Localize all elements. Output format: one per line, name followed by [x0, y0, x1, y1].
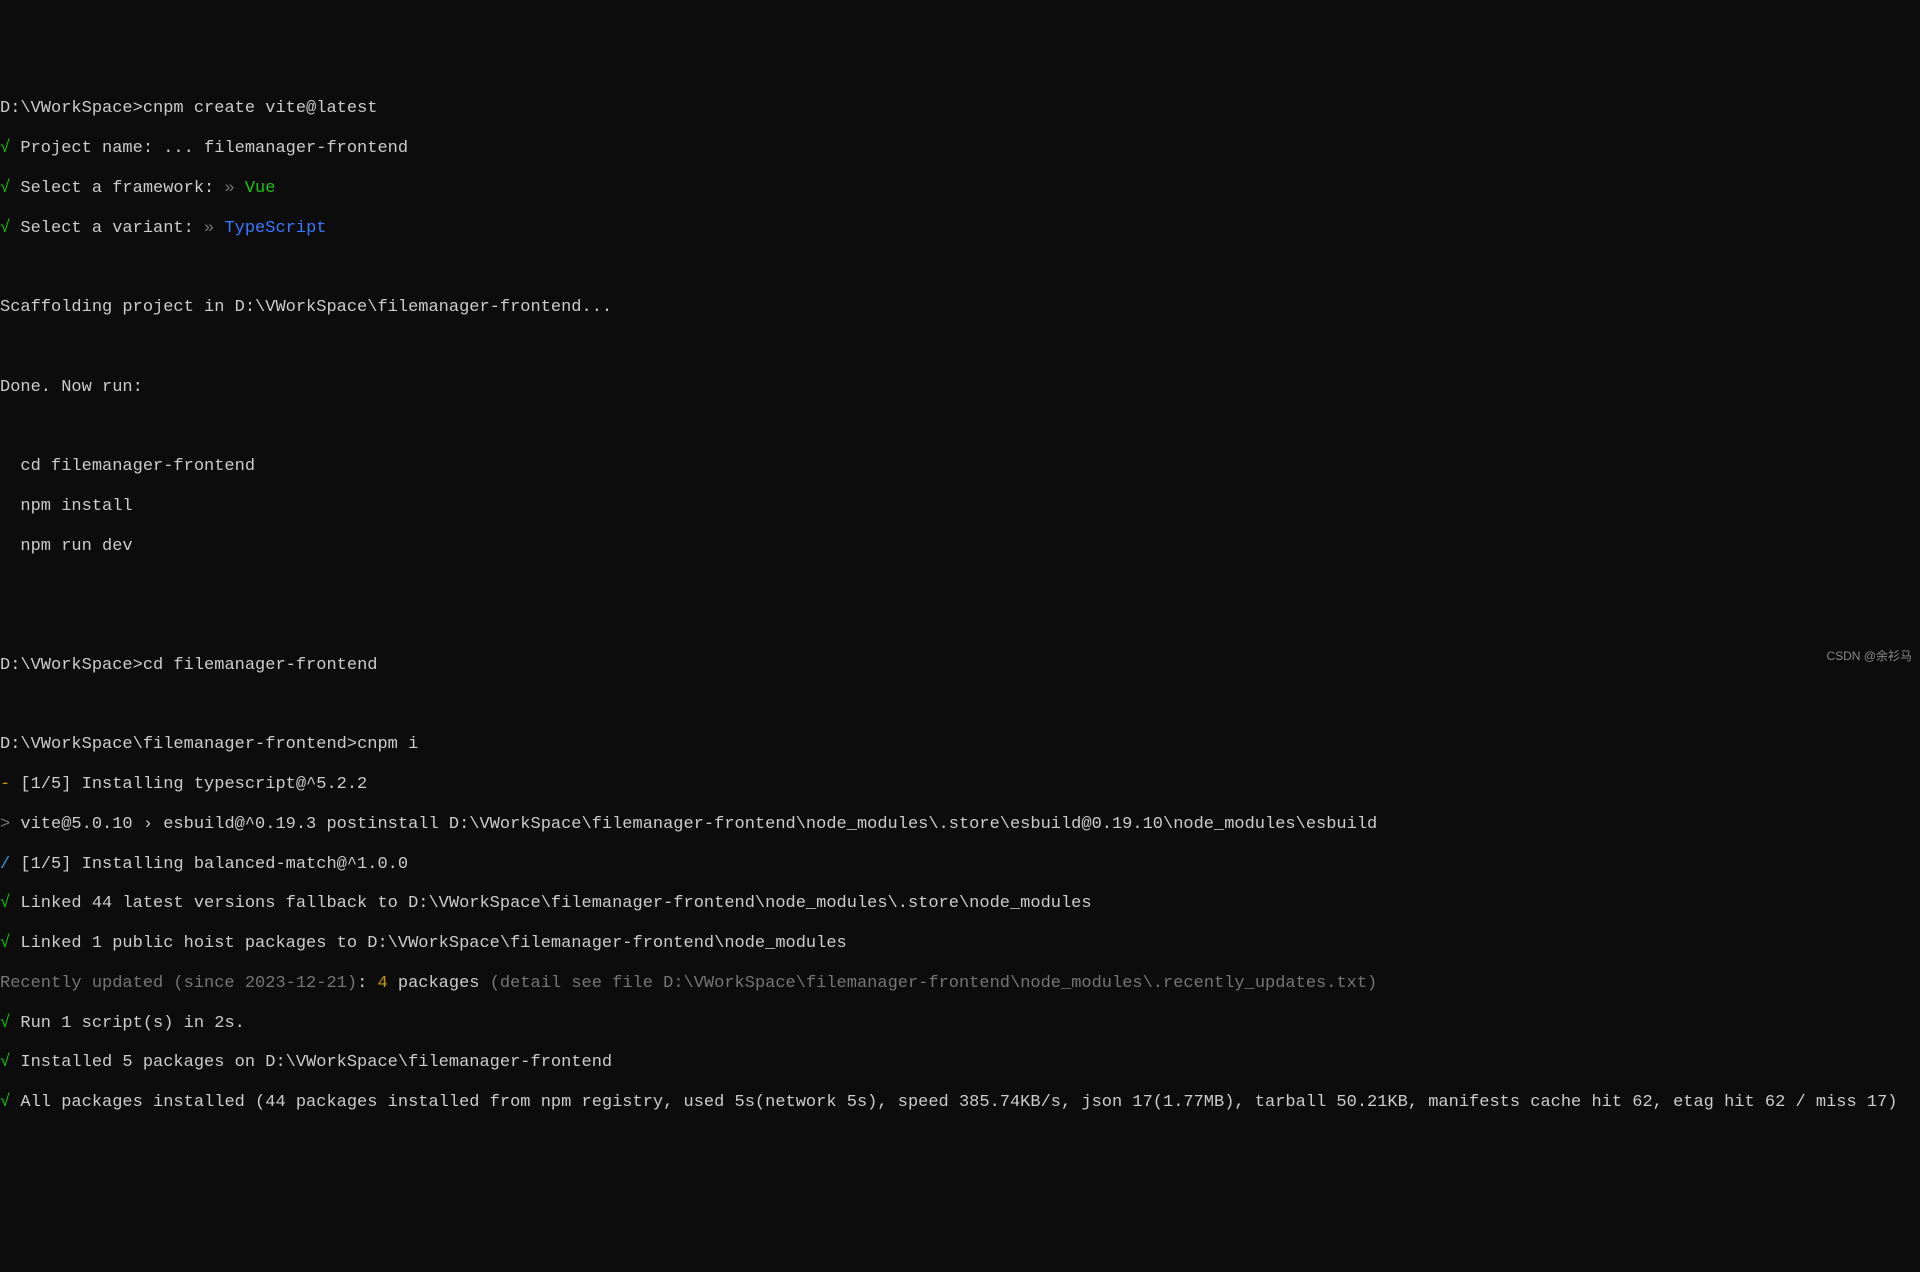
selected-value: TypeScript [214, 219, 326, 238]
line-linked-2: √ Linked 1 public hoist packages to D:\V… [0, 934, 1920, 954]
prompt-label: Select a variant: [10, 219, 204, 238]
check-icon: √ [0, 139, 10, 158]
line-prompt-3: D:\VWorkSpace\filemanager-frontend>cnpm … [0, 735, 1920, 755]
line-installed: √ Installed 5 packages on D:\VWorkSpace\… [0, 1053, 1920, 1073]
check-icon: √ [0, 179, 10, 198]
check-icon: √ [0, 219, 10, 238]
command-text: cnpm i [357, 735, 418, 754]
colon: : [357, 974, 377, 993]
install-text: [1/5] Installing balanced-match@^1.0.0 [10, 855, 408, 874]
count-value: 4 [377, 974, 387, 993]
line-instruction: cd filemanager-frontend [0, 457, 1920, 477]
blank-line [0, 576, 1920, 596]
blank-line [0, 258, 1920, 278]
line-instruction: npm install [0, 497, 1920, 517]
status-text: Linked 1 public hoist packages to D:\VWo… [10, 934, 847, 953]
install-text: [1/5] Installing typescript@^5.2.2 [10, 775, 367, 794]
status-text: Run 1 script(s) in 2s. [10, 1014, 245, 1033]
line-recently-updated: Recently updated (since 2023-12-21): 4 p… [0, 974, 1920, 994]
check-icon: √ [0, 894, 10, 913]
line-done: Done. Now run: [0, 378, 1920, 398]
selected-value: Vue [235, 179, 276, 198]
prompt-path: D:\VWorkSpace> [0, 656, 143, 675]
status-text: All packages installed (44 packages inst… [10, 1093, 1897, 1112]
chevron-icon: > [0, 815, 10, 834]
check-icon: √ [0, 1093, 10, 1112]
check-icon: √ [0, 1014, 10, 1033]
spinner-icon: / [0, 855, 10, 874]
blank-line [0, 696, 1920, 716]
blank-line [0, 417, 1920, 437]
line-prompt-1: D:\VWorkSpace>cnpm create vite@latest [0, 99, 1920, 119]
detail-text: (detail see file D:\VWorkSpace\filemanag… [480, 974, 1378, 993]
blank-line [0, 616, 1920, 636]
check-icon: √ [0, 1053, 10, 1072]
prompt-path: D:\VWorkSpace> [0, 99, 143, 118]
prompt-label: Select a framework: [10, 179, 224, 198]
line-installing-2: / [1/5] Installing balanced-match@^1.0.0 [0, 855, 1920, 875]
status-text: Installed 5 packages on D:\VWorkSpace\fi… [10, 1053, 612, 1072]
command-text: cd filemanager-frontend [143, 656, 378, 675]
line-instruction: npm run dev [0, 537, 1920, 557]
terminal-output[interactable]: D:\VWorkSpace>cnpm create vite@latest √ … [0, 80, 1920, 1133]
spinner-icon: - [0, 775, 10, 794]
check-icon: √ [0, 934, 10, 953]
line-run-scripts: √ Run 1 script(s) in 2s. [0, 1014, 1920, 1034]
line-prompt-2: D:\VWorkSpace>cd filemanager-frontend [0, 656, 1920, 676]
command-text: cnpm create vite@latest [143, 99, 378, 118]
chevron-icon: » [224, 179, 234, 198]
watermark-text: CSDN @余衫马 [1826, 649, 1912, 663]
line-postinstall: > vite@5.0.10 › esbuild@^0.19.3 postinst… [0, 815, 1920, 835]
line-variant: √ Select a variant: » TypeScript [0, 219, 1920, 239]
line-installing-1: - [1/5] Installing typescript@^5.2.2 [0, 775, 1920, 795]
line-scaffolding: Scaffolding project in D:\VWorkSpace\fil… [0, 298, 1920, 318]
chevron-icon: » [204, 219, 214, 238]
line-all-packages: √ All packages installed (44 packages in… [0, 1093, 1920, 1113]
prompt-label: Project name: ... filemanager-frontend [10, 139, 408, 158]
line-project-name: √ Project name: ... filemanager-frontend [0, 139, 1920, 159]
blank-line [0, 338, 1920, 358]
prompt-path: D:\VWorkSpace\filemanager-frontend> [0, 735, 357, 754]
line-framework: √ Select a framework: » Vue [0, 179, 1920, 199]
packages-label: packages [388, 974, 480, 993]
status-text: Linked 44 latest versions fallback to D:… [10, 894, 1091, 913]
line-linked-1: √ Linked 44 latest versions fallback to … [0, 894, 1920, 914]
info-text: Recently updated (since 2023-12-21) [0, 974, 357, 993]
install-text: vite@5.0.10 › esbuild@^0.19.3 postinstal… [10, 815, 1377, 834]
